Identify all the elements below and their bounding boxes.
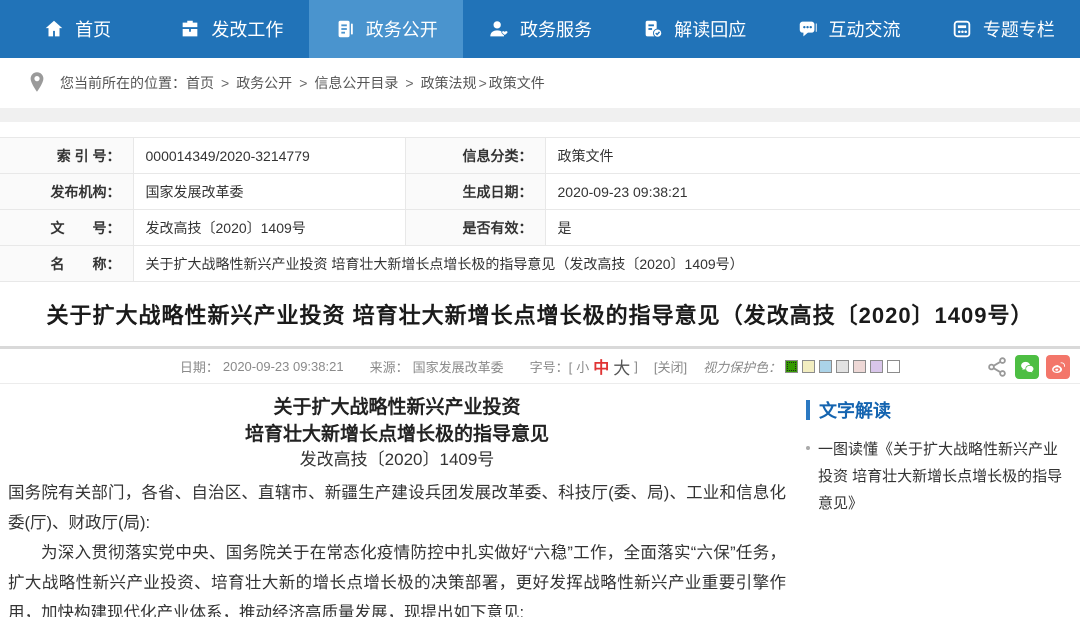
bullet-icon [806, 446, 810, 450]
nav-item-work[interactable]: 发改工作 [154, 0, 308, 58]
breadcrumb-separator: > [405, 75, 413, 91]
nav-label: 首页 [75, 16, 111, 42]
breadcrumb-link-home[interactable]: 首页 [186, 73, 214, 93]
breadcrumb-link-policy-regulations[interactable]: 政策法规 [421, 73, 477, 93]
font-size-label: 字号：[ [530, 357, 573, 376]
article-doc-number: 发改高技〔2020〕1409号 [8, 448, 786, 472]
nav-item-interpretation[interactable]: 解读回应 [617, 0, 771, 58]
weibo-icon[interactable] [1046, 355, 1070, 379]
date-label: 日期： [180, 357, 219, 376]
issuing-agency-value: 国家发展改革委 [133, 174, 405, 210]
validity-label: 是否有效： [405, 210, 545, 246]
breadcrumb-link-info-catalog[interactable]: 信息公开目录 [314, 73, 398, 93]
table-row: 文 号： 发改高技〔2020〕1409号 是否有效： 是 [0, 210, 1080, 246]
index-number-label: 索 引 号： [0, 138, 133, 174]
table-row: 发布机构： 国家发展改革委 生成日期： 2020-09-23 09:38:21 [0, 174, 1080, 210]
index-number-value: 000014349/2020-3214779 [133, 138, 405, 174]
sidebar-link-item[interactable]: 一图读懂《关于扩大战略性新兴产业投资 培育壮大新增长点增长极的指导意见》 [806, 436, 1070, 517]
meta-source: 来源：国家发展改革委 [370, 357, 504, 376]
font-size-bracket: ] [634, 359, 638, 374]
article-paragraph: 为深入贯彻落实党中央、国务院关于在常态化疫情防控中扎实做好“六稳”工作，全面落实… [8, 538, 786, 617]
document-info-table: 索 引 号： 000014349/2020-3214779 信息分类： 政策文件… [0, 137, 1080, 282]
issuing-agency-label: 发布机构： [0, 174, 133, 210]
page-title: 关于扩大战略性新兴产业投资 培育壮大新增长点增长极的指导意见（发改高技〔2020… [47, 298, 1034, 330]
nav-label: 政务公开 [366, 16, 438, 42]
breadcrumb-link-policy-documents[interactable]: 政策文件 [489, 73, 545, 93]
validity-value: 是 [545, 210, 1080, 246]
nav-label: 专题专栏 [983, 16, 1055, 42]
swatch-white[interactable] [887, 360, 900, 373]
nav-item-gov-disclosure[interactable]: 政务公开 [309, 0, 463, 58]
nav-label: 解读回应 [674, 16, 746, 42]
eye-protect-label: 视力保护色： [703, 357, 781, 376]
table-row: 索 引 号： 000014349/2020-3214779 信息分类： 政策文件 [0, 138, 1080, 174]
top-navigation: 首页 发改工作 政务公开 政务服务 解读回应 互动交流 专题专栏 [0, 0, 1080, 58]
source-value: 国家发展改革委 [413, 357, 504, 376]
font-size-medium-button[interactable]: 中 [593, 354, 609, 378]
doc-name-label: 名 称： [0, 246, 133, 282]
close-button[interactable]: [关闭] [654, 357, 687, 376]
font-size-large-button[interactable]: 大 [613, 354, 630, 379]
nav-item-gov-services[interactable]: 政务服务 [463, 0, 617, 58]
article-paragraph: 国务院有关部门，各省、自治区、直辖市、新疆生产建设兵团发展改革委、科技厅(委、局… [8, 478, 786, 538]
color-swatches [785, 360, 900, 373]
page-title-band: 关于扩大战略性新兴产业投资 培育壮大新增长点增长极的指导意见（发改高技〔2020… [0, 282, 1080, 346]
wechat-icon[interactable] [1015, 355, 1039, 379]
breadcrumb-separator: > [299, 75, 307, 91]
grid-icon [951, 18, 973, 40]
home-icon [43, 18, 65, 40]
swatch-green[interactable] [785, 360, 798, 373]
content-area: 关于扩大战略性新兴产业投资 培育壮大新增长点增长极的指导意见 发改高技〔2020… [0, 384, 1080, 617]
nav-item-interaction[interactable]: 互动交流 [771, 0, 925, 58]
doc-number-label: 文 号： [0, 210, 133, 246]
font-size-controls: 字号：[ 小 中 大 ] [530, 354, 638, 379]
location-pin-icon [28, 71, 60, 96]
sidebar-heading: 文字解读 [806, 400, 1070, 420]
section-divider-band [0, 108, 1080, 122]
font-size-small-button[interactable]: 小 [576, 357, 589, 376]
breadcrumb-separator: > [221, 75, 229, 91]
nav-item-home[interactable]: 首页 [0, 0, 154, 58]
doc-number-value: 发改高技〔2020〕1409号 [133, 210, 405, 246]
nav-item-special-topics[interactable]: 专题专栏 [926, 0, 1080, 58]
article-meta-bar: 日期： 2020-09-23 09:38:21 来源：国家发展改革委 字号：[ 小… [0, 346, 1080, 384]
breadcrumb-link-gov-disclosure[interactable]: 政务公开 [236, 73, 292, 93]
share-cluster [986, 355, 1070, 379]
person-heart-icon [488, 18, 510, 40]
swatch-yellow[interactable] [802, 360, 815, 373]
breadcrumb: 您当前所在的位置： 首页 > 政务公开 > 信息公开目录 > 政策法规 > 政策… [0, 58, 1080, 108]
date-value: 2020-09-23 09:38:21 [223, 359, 344, 374]
article-title-line2: 培育壮大新增长点增长极的指导意见 [8, 421, 786, 448]
share-icon[interactable] [986, 356, 1008, 378]
breadcrumb-separator: > [479, 75, 487, 91]
eye-protection-colors: 视力保护色： [703, 357, 900, 376]
doc-name-value: 关于扩大战略性新兴产业投资 培育壮大新增长点增长极的指导意见（发改高技〔2020… [133, 246, 1080, 282]
table-row: 名 称： 关于扩大战略性新兴产业投资 培育壮大新增长点增长极的指导意见（发改高技… [0, 246, 1080, 282]
nav-label: 互动交流 [829, 16, 901, 42]
swatch-purple[interactable] [870, 360, 883, 373]
article-title-line1: 关于扩大战略性新兴产业投资 [8, 394, 786, 421]
nav-label: 政务服务 [520, 16, 592, 42]
document-icon [334, 18, 356, 40]
briefcase-icon [179, 18, 201, 40]
sidebar-link[interactable]: 一图读懂《关于扩大战略性新兴产业投资 培育壮大新增长点增长极的指导意见》 [818, 436, 1070, 517]
creation-date-label: 生成日期： [405, 174, 545, 210]
spacer [0, 122, 1080, 137]
nav-label: 发改工作 [211, 16, 283, 42]
swatch-pink[interactable] [853, 360, 866, 373]
meta-date: 日期： 2020-09-23 09:38:21 [180, 357, 344, 376]
info-category-value: 政策文件 [545, 138, 1080, 174]
creation-date-value: 2020-09-23 09:38:21 [545, 174, 1080, 210]
source-label: 来源： [370, 357, 409, 376]
swatch-gray[interactable] [836, 360, 849, 373]
info-category-label: 信息分类： [405, 138, 545, 174]
sidebar-interpretation: 文字解读 一图读懂《关于扩大战略性新兴产业投资 培育壮大新增长点增长极的指导意见… [792, 384, 1080, 617]
article-body: 关于扩大战略性新兴产业投资 培育壮大新增长点增长极的指导意见 发改高技〔2020… [0, 384, 792, 617]
breadcrumb-prefix: 您当前所在的位置： [60, 73, 186, 93]
swatch-blue[interactable] [819, 360, 832, 373]
document-check-icon [642, 18, 664, 40]
chat-bubble-icon [797, 18, 819, 40]
